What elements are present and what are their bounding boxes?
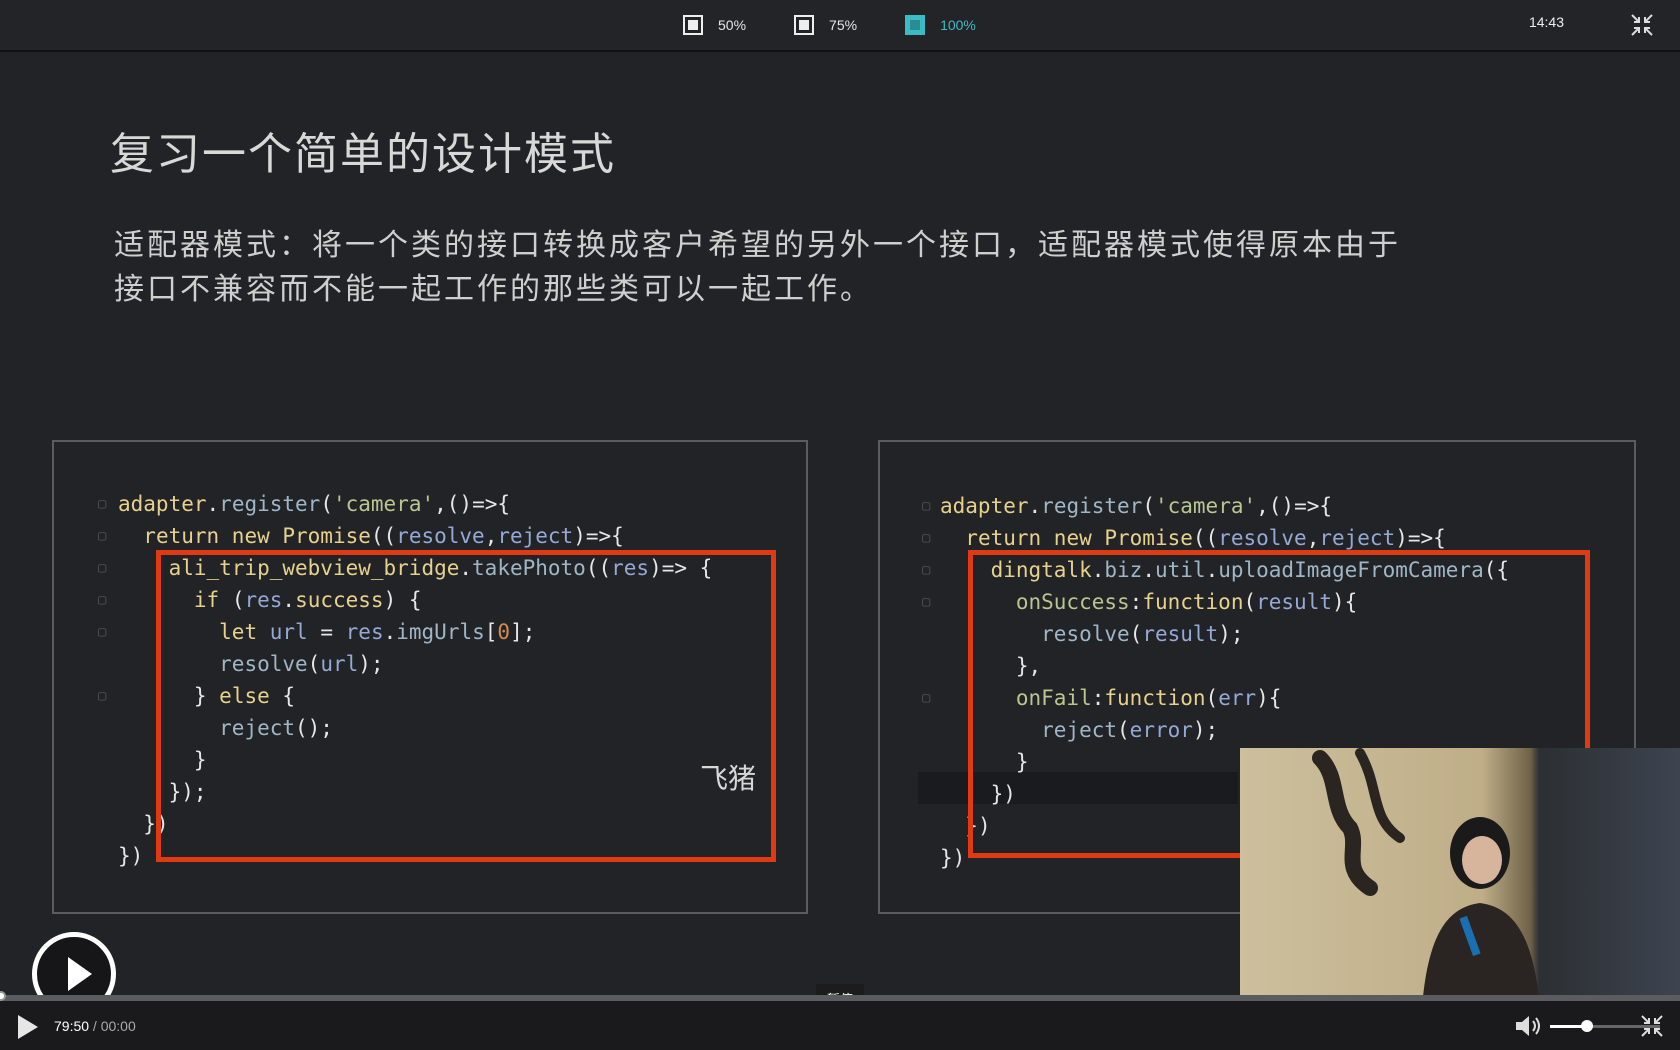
slide-description: 适配器模式：将一个类的接口转换成客户希望的另外一个接口，适配器模式使得原本由于 … bbox=[114, 224, 1414, 312]
code-gutter: ▢ ▢ ▢ ▢ ▢ bbox=[922, 498, 931, 706]
zoom-100-label: 100% bbox=[940, 17, 976, 33]
total-time: 00:00 bbox=[100, 1018, 136, 1034]
zoom-75-label: 75% bbox=[829, 17, 858, 33]
zoom-box-icon bbox=[794, 15, 815, 35]
speaker-video bbox=[1240, 748, 1680, 995]
code-gutter: ▢ ▢ ▢ ▢ ▢ ▢ bbox=[98, 496, 107, 704]
slide-title: 复习一个简单的设计模式 bbox=[110, 129, 616, 180]
zoom-box-icon bbox=[905, 15, 926, 35]
time-separator: / bbox=[89, 1018, 101, 1034]
play-circle-icon[interactable] bbox=[32, 932, 116, 995]
zoom-box-icon bbox=[683, 15, 703, 35]
progress-handle[interactable] bbox=[0, 991, 6, 1001]
slide-text-line: 适配器模式：将一个类的接口转换成客户希望的另外一个接口，适配器模式使得原本由于 bbox=[114, 228, 1401, 263]
highlight-box-left bbox=[156, 550, 776, 862]
clock: 14:43 bbox=[1528, 14, 1564, 30]
pause-tooltip: 暂停 bbox=[816, 984, 864, 995]
shrink-arrows-icon[interactable] bbox=[1630, 13, 1654, 37]
player-controls: 79:50 / 00:00 bbox=[0, 1001, 1680, 1050]
slide-text-line: 接口不兼容而不能一起工作的那些类可以一起工作。 bbox=[114, 272, 873, 307]
zoom-options: 50% 75% 100% bbox=[683, 10, 1024, 40]
panel-caption: 飞猪 bbox=[700, 762, 757, 795]
volume-handle[interactable] bbox=[1581, 1020, 1594, 1032]
zoom-50-label: 50% bbox=[718, 17, 747, 33]
play-icon[interactable] bbox=[18, 1015, 38, 1039]
zoom-75-option[interactable]: 75% bbox=[794, 15, 857, 35]
zoom-100-option[interactable]: 100% bbox=[905, 15, 976, 35]
time-display: 79:50 / 00:00 bbox=[54, 1018, 136, 1034]
current-time: 79:50 bbox=[54, 1018, 90, 1034]
top-bar: 50% 75% 100% 14:43 bbox=[0, 0, 1680, 52]
speaker-figure bbox=[1423, 817, 1539, 995]
calligraphy-decoration bbox=[1312, 748, 1405, 896]
zoom-50-option[interactable]: 50% bbox=[683, 15, 746, 35]
speaker-icon[interactable] bbox=[1514, 1014, 1544, 1038]
video-frame[interactable]: 复习一个简单的设计模式 适配器模式：将一个类的接口转换成客户希望的另外一个接口，… bbox=[0, 52, 1680, 995]
exit-fullscreen-icon[interactable] bbox=[1640, 1014, 1664, 1038]
